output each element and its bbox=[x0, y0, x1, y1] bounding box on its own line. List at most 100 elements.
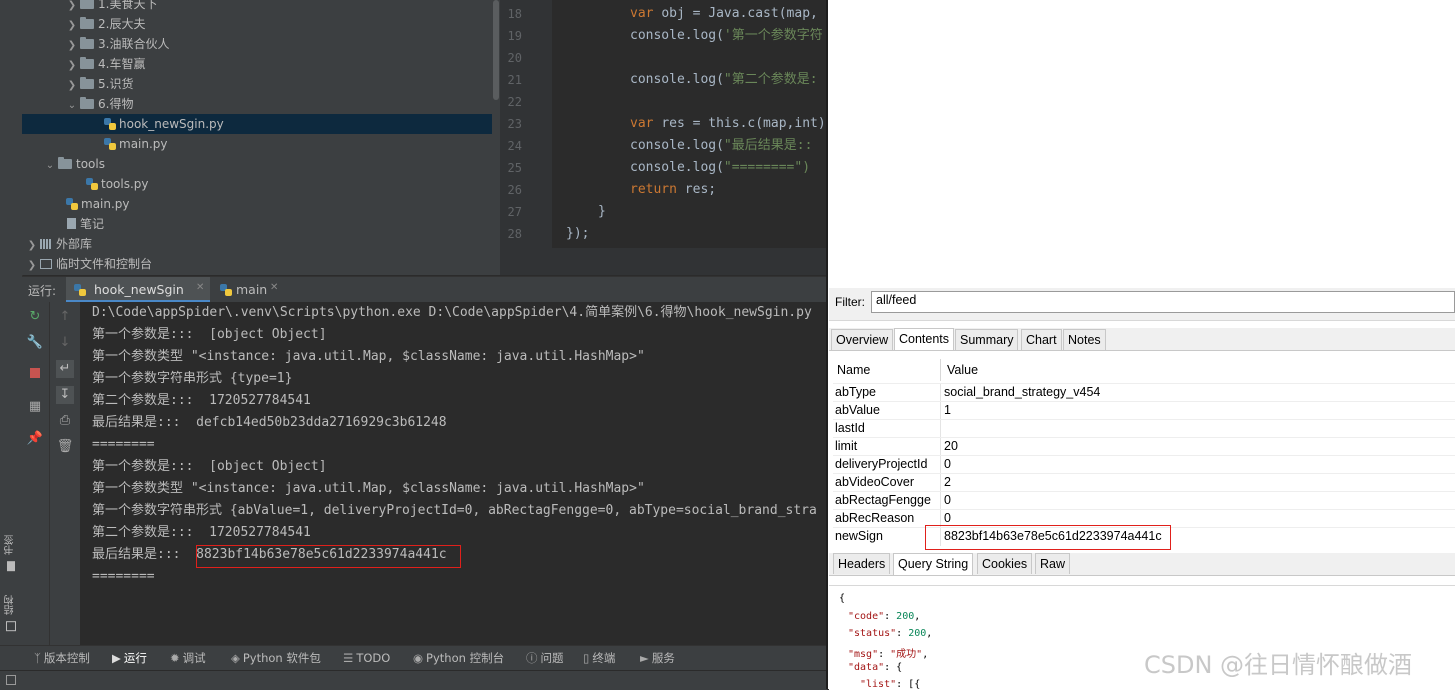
code-line: var res = this.c(map,int) bbox=[630, 116, 826, 131]
tab-problems[interactable]: ⓘ 问题 bbox=[526, 650, 564, 666]
tree-item-label: 外部库 bbox=[56, 237, 93, 251]
chevron-down-icon[interactable]: ⌄ bbox=[44, 156, 56, 176]
tab-headers[interactable]: Headers bbox=[833, 553, 891, 574]
tab-query-string[interactable]: Query String bbox=[893, 553, 974, 575]
trash-icon[interactable]: 🗑 bbox=[56, 438, 74, 456]
chevron-right-icon[interactable]: ❯ bbox=[66, 56, 78, 76]
table-row[interactable]: abValue 1 bbox=[833, 401, 1455, 420]
tab-notes[interactable]: Notes bbox=[1063, 329, 1106, 350]
table-row[interactable]: abRectagFengge 0 bbox=[833, 491, 1455, 510]
line-number: 25 bbox=[507, 161, 522, 175]
library-icon bbox=[40, 239, 52, 249]
arrow-up-icon[interactable]: ↑ bbox=[56, 308, 74, 326]
tree-item[interactable]: ❯ 2.辰大夫 bbox=[66, 14, 145, 34]
tree-item[interactable]: ❯ 3.油联合伙人 bbox=[66, 34, 169, 54]
chevron-down-icon[interactable]: ⌄ bbox=[66, 96, 78, 116]
code-line: var obj = Java.cast(map, bbox=[630, 6, 818, 21]
tree-item[interactable]: ❯ 外部库 bbox=[26, 234, 92, 254]
tree-item[interactable]: ❯ 4.车智赢 bbox=[66, 54, 145, 74]
chevron-right-icon[interactable]: ❯ bbox=[26, 236, 38, 256]
tab-run[interactable]: ▶ 运行 bbox=[112, 650, 147, 666]
tree-item[interactable]: ⌄ tools bbox=[44, 154, 105, 174]
tab-terminal[interactable]: ▯ 终端 bbox=[583, 650, 615, 666]
soft-wrap-icon[interactable]: ↵ bbox=[56, 360, 74, 378]
tree-scrollbar-thumb[interactable] bbox=[493, 0, 499, 100]
tree-item-label: 临时文件和控制台 bbox=[56, 257, 153, 271]
tab-hook-newsgin[interactable]: hook_newSgin ✕ bbox=[66, 277, 210, 303]
tab-todo[interactable]: ☰ TODO bbox=[343, 650, 390, 666]
tree-item-label: main.py bbox=[81, 197, 130, 211]
tab-version-control[interactable]: ᛉ 版本控制 bbox=[34, 650, 90, 666]
stop-icon[interactable] bbox=[26, 366, 44, 384]
rerun-icon[interactable]: ↻ bbox=[26, 308, 44, 326]
filter-input[interactable]: all/feed bbox=[871, 291, 1455, 313]
newsign-highlight-box bbox=[925, 525, 1171, 550]
console-line: ======== bbox=[92, 437, 155, 452]
pin-icon[interactable]: 📌 bbox=[26, 430, 44, 448]
code-line: }); bbox=[566, 226, 590, 241]
code-line: console.log("最后结果是:: bbox=[630, 138, 813, 153]
arrow-down-icon[interactable]: ↓ bbox=[56, 334, 74, 352]
table-row[interactable]: deliveryProjectId 0 bbox=[833, 455, 1455, 474]
line-number: 19 bbox=[507, 29, 522, 43]
tree-item[interactable]: ❯ 1.美食天下 bbox=[66, 0, 157, 14]
console-line: 最后结果是::: defcb14ed50b23dda2716929c3b6124… bbox=[92, 415, 447, 430]
bookmarks-icon bbox=[7, 561, 15, 572]
wrench-icon[interactable]: 🔧 bbox=[26, 334, 44, 352]
console-line: 第一个参数字符串形式 {abValue=1, deliveryProjectId… bbox=[92, 503, 817, 518]
tree-item[interactable]: main.py bbox=[64, 194, 130, 214]
python-file-icon bbox=[86, 178, 98, 190]
python-file-icon bbox=[66, 198, 78, 210]
services-icon: ► bbox=[640, 651, 649, 665]
chevron-right-icon[interactable]: ❯ bbox=[26, 256, 38, 276]
chevron-right-icon[interactable]: ❯ bbox=[66, 76, 78, 96]
code-line: } bbox=[598, 204, 606, 219]
close-icon[interactable]: ✕ bbox=[270, 282, 278, 293]
column-header-name[interactable]: Name bbox=[837, 359, 870, 381]
tab-summary[interactable]: Summary bbox=[955, 329, 1019, 350]
console-line: 第一个参数类型 "<instance: java.util.Map, $clas… bbox=[92, 481, 645, 496]
run-toolbar-primary: ↻ 🔧 ▦ 📌 bbox=[22, 302, 50, 645]
bookmarks-tab[interactable]: 书签 bbox=[3, 535, 19, 572]
layout-icon[interactable]: ▦ bbox=[26, 398, 44, 416]
tab-debug[interactable]: ✹ 调试 bbox=[170, 650, 206, 666]
tab-overview[interactable]: Overview bbox=[831, 329, 894, 350]
tab-python-packages[interactable]: ◈ Python 软件包 bbox=[231, 650, 321, 666]
run-toolbar-secondary: ↑ ↓ ↵ ↧ ⎙ 🗑 bbox=[50, 302, 80, 645]
tree-item[interactable]: 笔记 bbox=[64, 214, 104, 234]
tree-item-label: 5.识货 bbox=[98, 77, 134, 91]
layout-toggle-icon[interactable] bbox=[6, 675, 16, 685]
tree-item[interactable]: ❯ 5.识货 bbox=[66, 74, 133, 94]
table-row[interactable]: lastId bbox=[833, 419, 1455, 438]
print-icon[interactable]: ⎙ bbox=[56, 412, 74, 430]
column-header-value[interactable]: Value bbox=[947, 359, 978, 381]
tree-item[interactable]: ❯ 临时文件和控制台 bbox=[26, 254, 152, 274]
console-line: 第一个参数类型 "<instance: java.util.Map, $clas… bbox=[92, 349, 645, 364]
tab-cookies[interactable]: Cookies bbox=[977, 553, 1033, 574]
tab-chart[interactable]: Chart bbox=[1021, 329, 1062, 350]
close-icon[interactable]: ✕ bbox=[196, 282, 204, 293]
json-line: "msg": "成功", bbox=[848, 649, 929, 660]
tab-main[interactable]: main ✕ bbox=[212, 277, 312, 303]
tree-item[interactable]: ⌄ 6.得物 bbox=[66, 94, 133, 114]
bookmarks-label: 书签 bbox=[5, 535, 16, 555]
table-row[interactable]: limit 20 bbox=[833, 437, 1455, 456]
watermark: CSDN @往日情怀酿做酒 bbox=[1144, 651, 1413, 679]
column-divider[interactable] bbox=[940, 359, 941, 381]
tree-item[interactable]: tools.py bbox=[84, 174, 149, 194]
chevron-right-icon[interactable]: ❯ bbox=[66, 36, 78, 56]
tab-contents[interactable]: Contents bbox=[894, 328, 955, 350]
tab-services[interactable]: ► 服务 bbox=[640, 650, 675, 666]
tree-item-selected[interactable]: hook_newSgin.py bbox=[22, 114, 500, 134]
chevron-right-icon[interactable]: ❯ bbox=[66, 16, 78, 36]
scroll-to-end-icon[interactable]: ↧ bbox=[56, 386, 74, 404]
python-file-icon bbox=[74, 284, 86, 296]
tab-raw[interactable]: Raw bbox=[1035, 553, 1071, 574]
table-row[interactable]: abType social_brand_strategy_v454 bbox=[833, 383, 1455, 402]
structure-tab[interactable]: 结构 bbox=[3, 595, 19, 632]
tree-item[interactable]: main.py bbox=[102, 134, 168, 154]
table-row[interactable]: abVideoCover 2 bbox=[833, 473, 1455, 492]
tab-python-console[interactable]: ◉ Python 控制台 bbox=[413, 650, 504, 666]
python-file-icon bbox=[104, 118, 116, 130]
python-file-icon bbox=[220, 284, 232, 296]
